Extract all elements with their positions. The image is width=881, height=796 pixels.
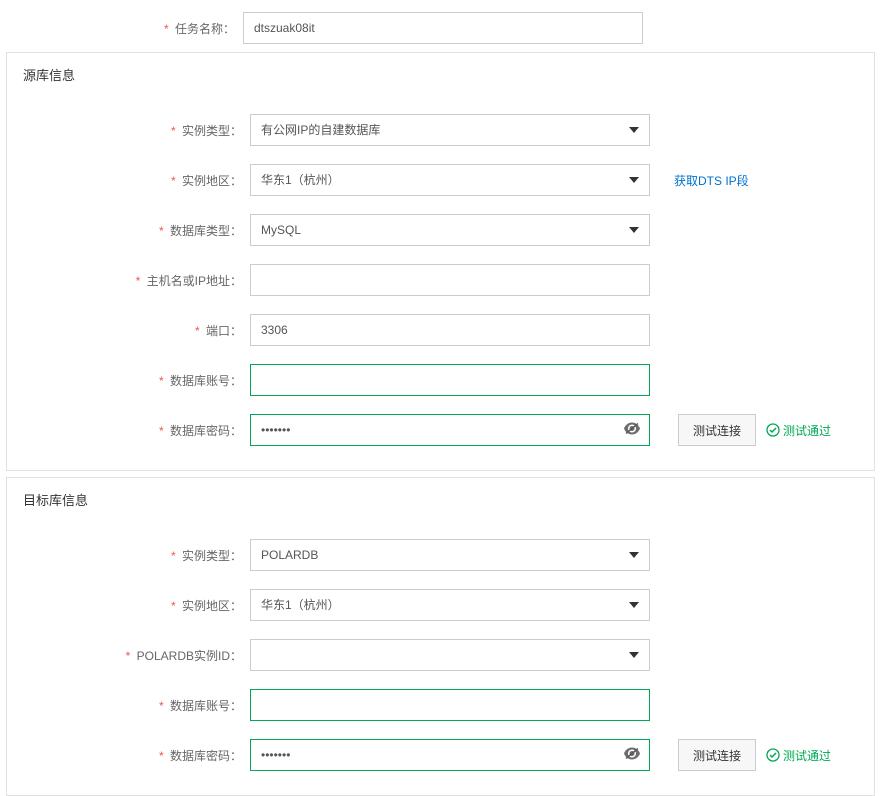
required-asterisk: * [159,699,164,713]
target-db-password-wrap [250,739,650,771]
task-name-row: * 任务名称： [0,10,881,44]
required-asterisk: * [171,549,176,563]
check-circle-icon [766,748,780,762]
source-host-input[interactable] [250,264,650,296]
source-instance-region-select[interactable]: 华东1（杭州） [250,164,650,196]
target-instance-type-label: * 实例类型： [15,547,250,564]
target-polardb-id-select[interactable] [250,639,650,671]
source-db-password-label: * 数据库密码： [15,422,250,439]
required-asterisk: * [159,749,164,763]
target-db-account-label: * 数据库账号： [15,697,250,714]
source-instance-type-row: * 实例类型： 有公网IP的自建数据库 [7,114,874,146]
target-instance-region-label: * 实例地区： [15,597,250,614]
required-asterisk: * [136,274,141,288]
required-asterisk: * [171,124,176,138]
target-test-connection-button[interactable]: 测试连接 [678,739,756,771]
required-asterisk: * [171,174,176,188]
target-section: 目标库信息 * 实例类型： POLARDB * 实例地区： 华东1（杭州） * … [6,477,875,796]
source-db-account-label: * 数据库账号： [15,372,250,389]
required-asterisk: * [159,424,164,438]
target-instance-region-row: * 实例地区： 华东1（杭州） [7,589,874,621]
source-db-password-row: * 数据库密码： 测试连接 测试通过 [7,414,874,446]
check-circle-icon [766,423,780,437]
target-test-status: 测试通过 [766,747,831,764]
required-asterisk: * [159,224,164,238]
required-asterisk: * [164,22,169,36]
source-db-password-input[interactable] [250,414,650,446]
eye-icon[interactable] [624,748,640,763]
source-db-type-row: * 数据库类型： MySQL [7,214,874,246]
required-asterisk: * [171,599,176,613]
target-db-password-input[interactable] [250,739,650,771]
source-section: 源库信息 * 实例类型： 有公网IP的自建数据库 * 实例地区： 华东1（杭州）… [6,52,875,471]
source-instance-type-select[interactable]: 有公网IP的自建数据库 [250,114,650,146]
source-instance-type-label: * 实例类型： [15,122,250,139]
target-section-title: 目标库信息 [7,478,874,529]
source-port-row: * 端口： [7,314,874,346]
target-instance-type-row: * 实例类型： POLARDB [7,539,874,571]
source-db-type-label: * 数据库类型： [15,222,250,239]
required-asterisk: * [126,649,131,663]
target-db-password-label: * 数据库密码： [15,747,250,764]
required-asterisk: * [159,374,164,388]
source-port-input[interactable] [250,314,650,346]
source-db-type-select[interactable]: MySQL [250,214,650,246]
source-db-password-wrap [250,414,650,446]
target-db-account-row: * 数据库账号： [7,689,874,721]
dts-ip-link[interactable]: 获取DTS IP段 [674,172,749,189]
target-instance-type-select[interactable]: POLARDB [250,539,650,571]
source-db-account-row: * 数据库账号： [7,364,874,396]
target-db-account-input[interactable] [250,689,650,721]
source-instance-region-label: * 实例地区： [15,172,250,189]
source-test-connection-button[interactable]: 测试连接 [678,414,756,446]
required-asterisk: * [195,324,200,338]
source-host-label: * 主机名或IP地址： [15,272,250,289]
target-polardb-id-row: * POLARDB实例ID： [7,639,874,671]
source-db-account-input[interactable] [250,364,650,396]
target-polardb-id-label: * POLARDB实例ID： [15,647,250,664]
task-name-input[interactable] [243,12,643,44]
source-test-status: 测试通过 [766,422,831,439]
source-port-label: * 端口： [15,322,250,339]
task-name-label: * 任务名称： [8,20,243,37]
source-section-title: 源库信息 [7,53,874,104]
source-host-row: * 主机名或IP地址： [7,264,874,296]
source-instance-region-row: * 实例地区： 华东1（杭州） 获取DTS IP段 [7,164,874,196]
target-db-password-row: * 数据库密码： 测试连接 测试通过 [7,739,874,771]
eye-icon[interactable] [624,423,640,438]
target-instance-region-select[interactable]: 华东1（杭州） [250,589,650,621]
